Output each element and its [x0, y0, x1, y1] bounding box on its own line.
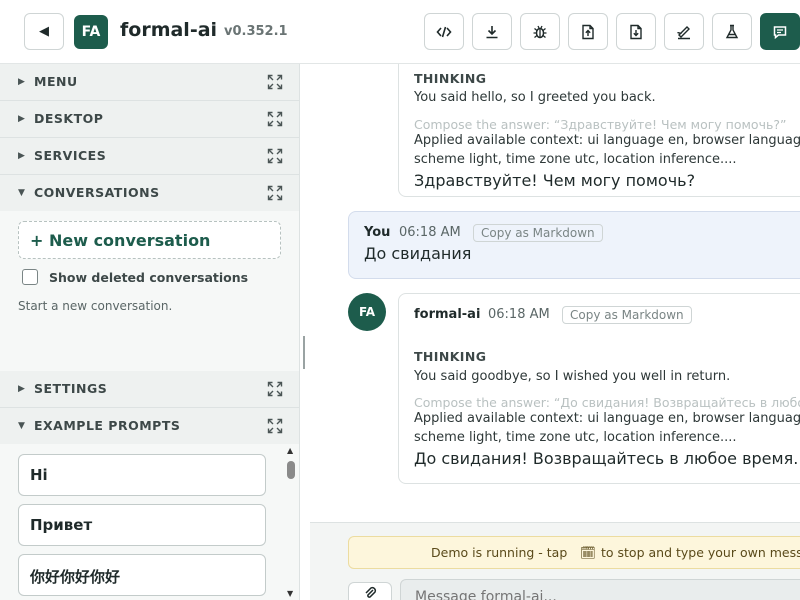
- back-button[interactable]: ◀: [24, 13, 64, 50]
- code-icon: [436, 26, 452, 37]
- chat-icon: [773, 25, 787, 39]
- prompt-card[interactable]: Привет: [18, 504, 266, 546]
- compose-text: Compose the answer: “Здравствуйте! Чем м…: [414, 117, 787, 132]
- section-settings[interactable]: ▶ SETTINGS: [0, 371, 299, 408]
- thinking-text: You said hello, so I greeted you back.: [414, 90, 656, 105]
- answer-text: Здравствуйте! Чем могу помочь?: [414, 171, 696, 190]
- section-label: MENU: [34, 74, 78, 89]
- user-message: You 06:18 AM Copy as Markdown До свидани…: [348, 211, 800, 279]
- section-label: SETTINGS: [34, 381, 108, 396]
- demo-banner: Demo is running - tap 🗓 to stop and type…: [348, 536, 800, 569]
- context-text: Applied available context: ui language e…: [414, 133, 800, 167]
- thinking-label: THINKING: [414, 71, 487, 86]
- demo-text-prefix: Demo is running - tap: [431, 545, 568, 560]
- section-services[interactable]: ▶ SERVICES: [0, 138, 299, 175]
- copy-markdown-button[interactable]: Copy as Markdown: [562, 306, 692, 324]
- compose-text: Compose the answer: “До свидания! Возвра…: [414, 395, 800, 410]
- expand-icon[interactable]: [267, 185, 283, 201]
- paperclip-icon: [365, 586, 377, 598]
- chevron-right-icon: ▶: [18, 384, 25, 394]
- section-label: DESKTOP: [34, 111, 104, 126]
- conversations-panel: + New conversation Show deleted conversa…: [0, 211, 299, 371]
- answer-text: До свидания! Возвращайтесь в любое время…: [414, 449, 799, 468]
- scroll-thumb[interactable]: [287, 461, 295, 479]
- section-menu[interactable]: ▶ MENU: [0, 64, 299, 101]
- chevron-down-icon: ▼: [18, 188, 25, 198]
- composer: Demo is running - tap 🗓 to stop and type…: [310, 522, 800, 600]
- section-label: CONVERSATIONS: [34, 185, 160, 200]
- prompt-text: 你好你好你好: [30, 568, 121, 586]
- show-deleted-checkbox[interactable]: [22, 269, 38, 285]
- new-conversation-label: + New conversation: [30, 231, 211, 250]
- example-prompts-panel: Hi Привет 你好你好你好 ▲ ▼: [0, 444, 299, 600]
- sidebar: ▶ MENU ▶ DESKTOP ▶ SERVICES ▼ CONVERSATI…: [0, 64, 300, 600]
- app-title: formal-ai: [120, 19, 218, 41]
- export-file-button[interactable]: [568, 13, 608, 50]
- section-desktop[interactable]: ▶ DESKTOP: [0, 101, 299, 138]
- message-time: 06:18 AM: [488, 307, 550, 322]
- section-label: EXAMPLE PROMPTS: [34, 418, 181, 433]
- import-file-button[interactable]: [616, 13, 656, 50]
- app-header: ◀ FA formal-ai v0.352.1: [0, 0, 800, 64]
- chat-button[interactable]: [760, 13, 800, 50]
- prompt-text: Hi: [30, 466, 48, 484]
- app-logo: FA: [74, 15, 108, 49]
- demo-text-suffix: to stop and type your own message: [601, 545, 800, 560]
- section-example-prompts[interactable]: ▼ EXAMPLE PROMPTS: [0, 408, 299, 445]
- import-file-icon: [630, 24, 642, 39]
- scroll-up-icon[interactable]: ▲: [287, 446, 293, 455]
- lab-button[interactable]: [712, 13, 752, 50]
- chat-area: THINKING You said hello, so I greeted yo…: [310, 64, 800, 600]
- expand-icon[interactable]: [267, 148, 283, 164]
- context-text: Applied available context: ui language e…: [414, 411, 800, 445]
- expand-icon[interactable]: [267, 381, 283, 397]
- back-icon: ◀: [39, 24, 49, 39]
- message-author: You: [364, 225, 391, 240]
- section-conversations[interactable]: ▼ CONVERSATIONS: [0, 175, 299, 212]
- message-input[interactable]: [400, 579, 800, 600]
- show-deleted-row: Show deleted conversations: [22, 268, 248, 286]
- calendar-icon[interactable]: 🗓: [580, 545, 596, 561]
- section-label: SERVICES: [34, 148, 107, 163]
- chevron-right-icon: ▶: [18, 77, 25, 87]
- prompt-card[interactable]: Hi: [18, 454, 266, 496]
- attach-button[interactable]: [348, 582, 392, 600]
- thinking-text: You said goodbye, so I wished you well i…: [414, 369, 731, 384]
- scroll-down-icon[interactable]: ▼: [287, 589, 293, 598]
- prompt-card[interactable]: 你好你好你好: [18, 554, 266, 596]
- download-button[interactable]: [472, 13, 512, 50]
- sign-button[interactable]: [664, 13, 704, 50]
- message-text: До свидания: [364, 244, 472, 263]
- prompts-scrollbar[interactable]: ▲ ▼: [284, 444, 298, 600]
- flask-icon: [725, 24, 739, 38]
- app-version: v0.352.1: [224, 24, 288, 39]
- expand-icon[interactable]: [267, 111, 283, 127]
- message-author: formal-ai: [414, 307, 481, 322]
- expand-icon[interactable]: [267, 74, 283, 90]
- sidebar-resize-handle[interactable]: [303, 336, 305, 369]
- message-time: 06:18 AM: [399, 225, 461, 240]
- chevron-right-icon: ▶: [18, 151, 25, 161]
- upload-file-icon: [582, 24, 594, 39]
- debug-button[interactable]: [520, 13, 560, 50]
- sign-icon: [677, 25, 690, 39]
- new-conversation-button[interactable]: + New conversation: [18, 221, 281, 259]
- download-icon: [486, 25, 498, 38]
- assistant-message: THINKING You said hello, so I greeted yo…: [398, 64, 800, 197]
- assistant-avatar: FA: [348, 293, 386, 331]
- show-deleted-label[interactable]: Show deleted conversations: [49, 270, 248, 285]
- chevron-down-icon: ▼: [18, 421, 25, 431]
- thinking-label: THINKING: [414, 349, 487, 364]
- prompt-text: Привет: [30, 516, 93, 534]
- chevron-right-icon: ▶: [18, 114, 25, 124]
- copy-markdown-button[interactable]: Copy as Markdown: [473, 224, 603, 242]
- bug-icon: [533, 25, 547, 38]
- expand-icon[interactable]: [267, 418, 283, 434]
- assistant-message: formal-ai 06:18 AM Copy as Markdown THIN…: [398, 293, 800, 484]
- code-button[interactable]: [424, 13, 464, 50]
- conversations-hint: Start a new conversation.: [18, 299, 173, 313]
